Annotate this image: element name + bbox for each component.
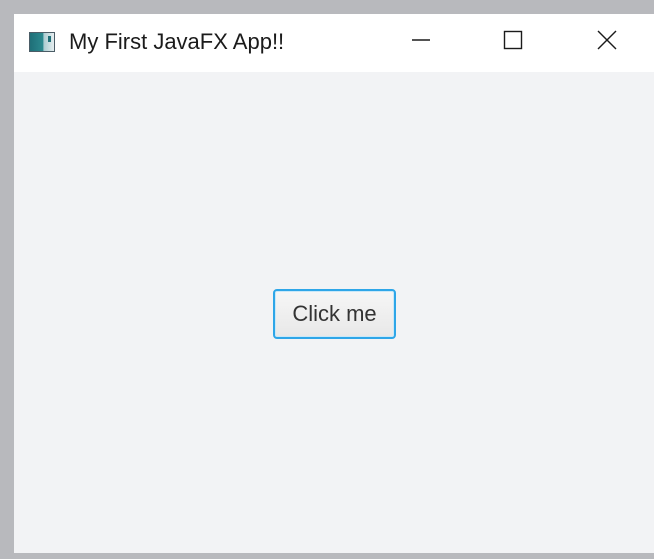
app-icon: [29, 32, 55, 52]
close-button[interactable]: [584, 22, 630, 62]
maximize-button[interactable]: [490, 22, 536, 62]
minimize-button[interactable]: [398, 22, 444, 62]
minimize-icon: [411, 30, 431, 55]
app-icon-detail: [48, 36, 51, 42]
close-icon: [597, 30, 617, 55]
desktop-frame: My First JavaFX App!! Click me: [0, 0, 654, 559]
app-content: Click me: [14, 72, 654, 553]
title-bar[interactable]: My First JavaFX App!!: [14, 14, 654, 72]
app-window: My First JavaFX App!! Click me: [14, 14, 654, 553]
click-me-button[interactable]: Click me: [273, 289, 396, 339]
window-title: My First JavaFX App!!: [69, 29, 285, 54]
maximize-icon: [503, 30, 523, 55]
